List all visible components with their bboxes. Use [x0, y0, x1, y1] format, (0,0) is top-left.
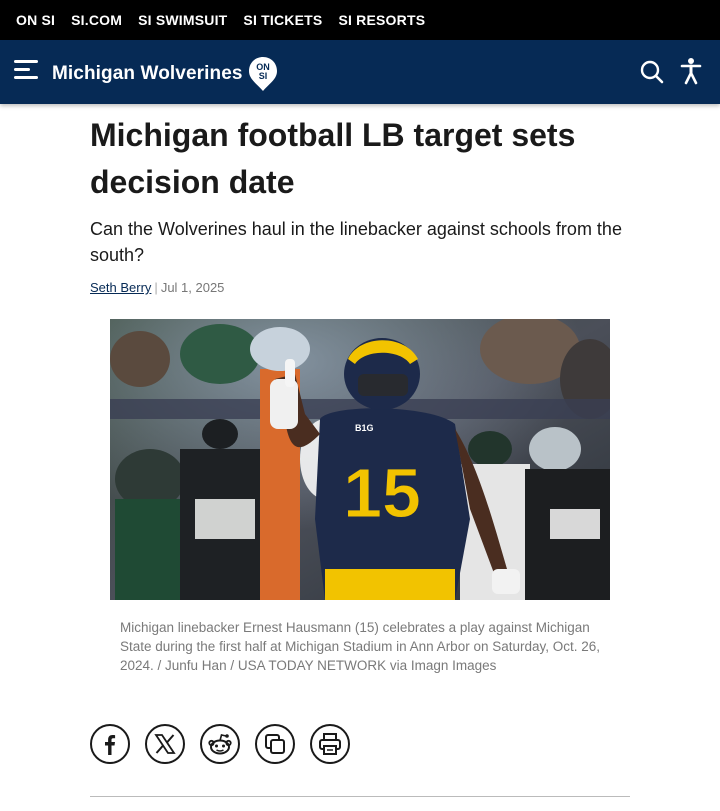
- top-network-bar: ON SI SI.COM SI SWIMSUIT SI TICKETS SI R…: [0, 0, 720, 40]
- accessibility-icon[interactable]: [680, 57, 702, 90]
- copy-link-icon[interactable]: [255, 724, 295, 764]
- article-title: Michigan football LB target sets decisio…: [90, 117, 576, 200]
- site-header: Michigan Wolverines ON SI: [0, 40, 720, 104]
- site-logo[interactable]: Michigan Wolverines ON SI: [52, 56, 278, 92]
- byline: Seth Berry | Jul 1, 2025: [90, 280, 224, 295]
- content-divider: [90, 796, 630, 797]
- nav-link-si-swimsuit[interactable]: SI SWIMSUIT: [138, 12, 227, 28]
- hamburger-menu-icon[interactable]: [14, 58, 42, 82]
- nav-link-si-com[interactable]: SI.COM: [71, 12, 122, 28]
- reddit-icon[interactable]: [200, 724, 240, 764]
- x-icon[interactable]: [145, 724, 185, 764]
- author-link[interactable]: Seth Berry: [90, 280, 151, 295]
- print-icon[interactable]: [310, 724, 350, 764]
- nav-link-on-si[interactable]: ON SI: [16, 12, 55, 28]
- badge-text-bottom: SI: [258, 71, 267, 81]
- article-subtitle: Can the Wolverines haul in the linebacke…: [90, 219, 622, 265]
- image-caption: Michigan linebacker Ernest Hausmann (15)…: [120, 620, 601, 673]
- publish-date: Jul 1, 2025: [160, 280, 225, 295]
- byline-separator: |: [154, 280, 158, 295]
- search-icon[interactable]: [640, 60, 664, 89]
- nav-link-si-tickets[interactable]: SI TICKETS: [243, 12, 322, 28]
- site-name: Michigan Wolverines: [52, 63, 243, 84]
- share-buttons: [90, 724, 365, 764]
- on-si-badge-icon: ON SI: [248, 56, 278, 92]
- helmet-logo: B1G: [355, 423, 374, 433]
- nav-link-si-resorts[interactable]: SI RESORTS: [338, 12, 425, 28]
- facebook-icon[interactable]: [90, 724, 130, 764]
- hero-image: 15 B1G: [110, 319, 610, 600]
- jersey-number: 15: [343, 454, 421, 532]
